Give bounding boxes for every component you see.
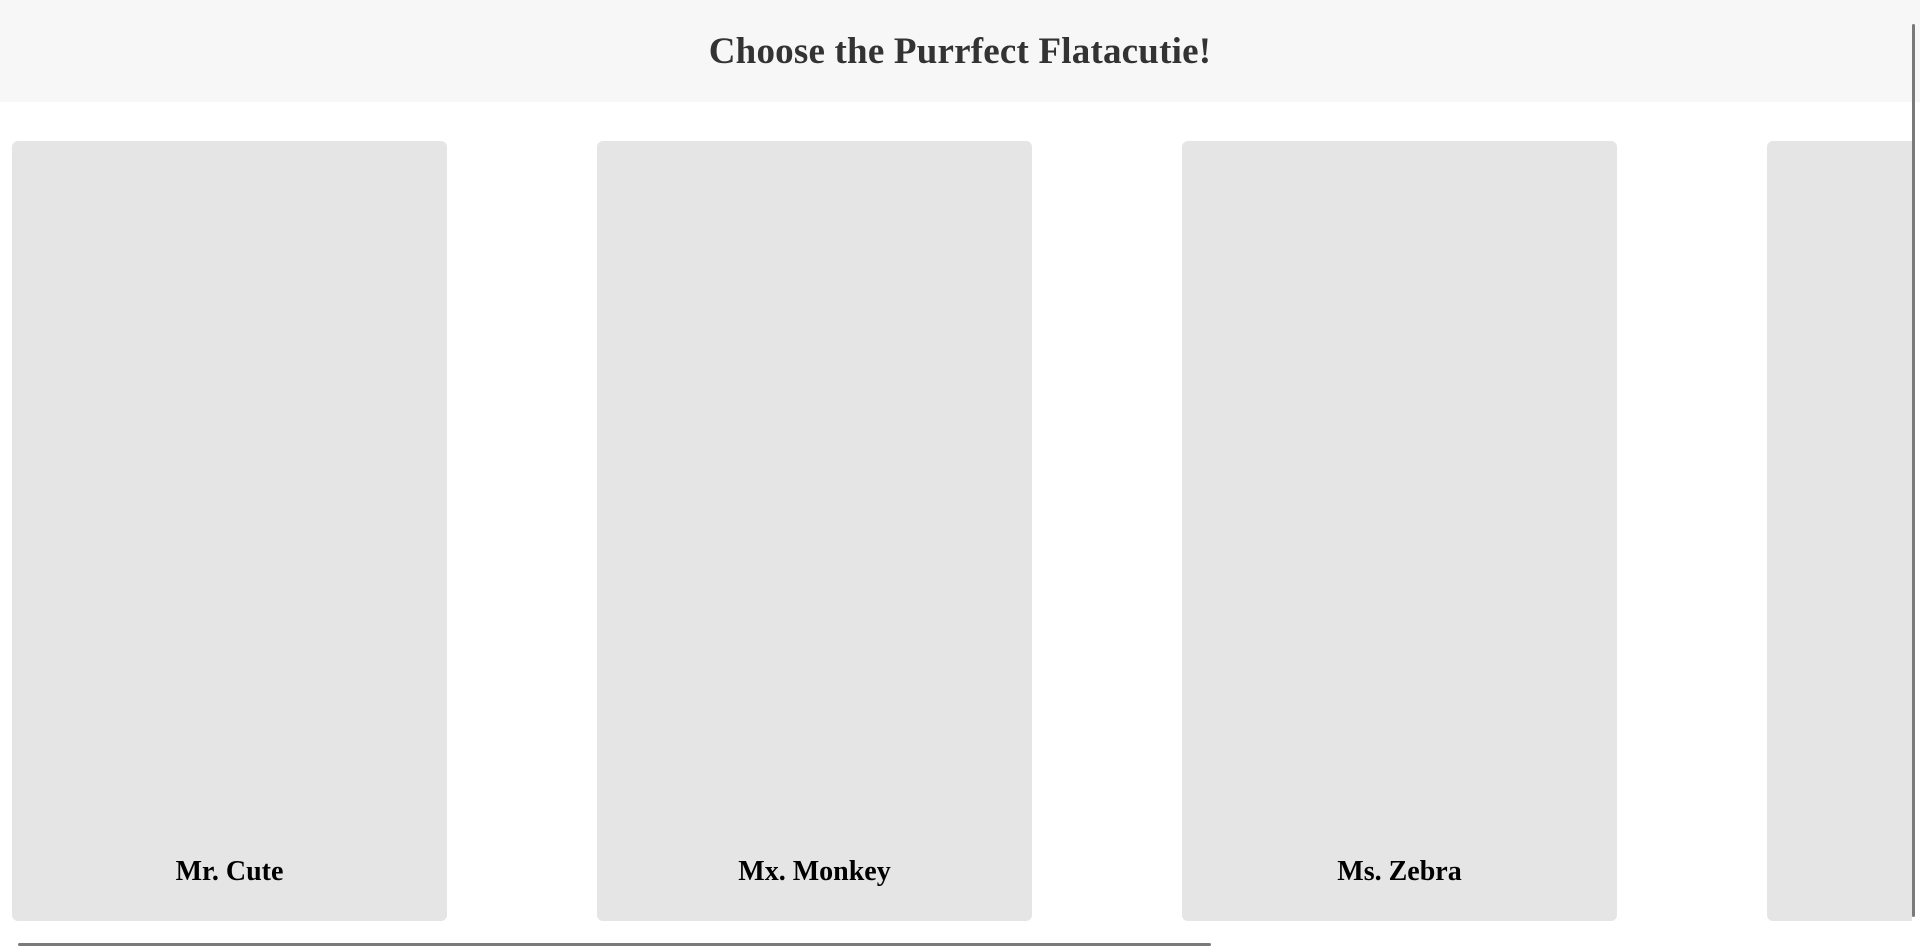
horizontal-scrollbar-thumb[interactable] — [18, 943, 1211, 946]
character-image-placeholder — [597, 141, 1032, 841]
character-image-placeholder — [1767, 141, 1912, 841]
page: Choose the Purrfect Flatacutie! Mr. Cute… — [0, 0, 1920, 951]
page-header: Choose the Purrfect Flatacutie! — [0, 0, 1920, 102]
horizontal-scrollbar[interactable] — [18, 943, 1912, 947]
character-name: Mr. Cute — [175, 856, 284, 887]
page-title: Choose the Purrfect Flatacutie! — [708, 30, 1212, 72]
character-card-ms-zebra[interactable]: Ms. Zebra — [1182, 141, 1617, 921]
vertical-scrollbar[interactable] — [1912, 24, 1915, 917]
character-card-mr-cute[interactable]: Mr. Cute — [12, 141, 447, 921]
character-name: Mx. Monkey — [738, 856, 891, 887]
cards-carousel[interactable]: Mr. Cute Mx. Monkey Ms. Zebra — [0, 141, 1912, 921]
character-card-partial[interactable] — [1767, 141, 1912, 921]
character-card-mx-monkey[interactable]: Mx. Monkey — [597, 141, 1032, 921]
character-name: Ms. Zebra — [1337, 856, 1462, 887]
character-image-placeholder — [1182, 141, 1617, 841]
character-image-placeholder — [12, 141, 447, 841]
